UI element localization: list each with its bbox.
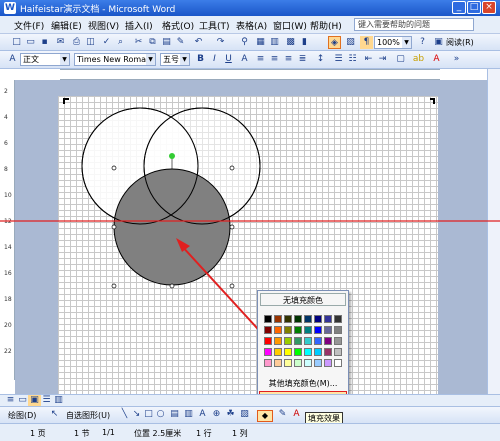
color-swatch[interactable] bbox=[324, 315, 332, 323]
color-swatch[interactable] bbox=[294, 337, 302, 345]
color-swatch[interactable] bbox=[334, 326, 342, 334]
color-swatch[interactable] bbox=[304, 359, 312, 367]
textbox-icon[interactable]: ▤ bbox=[168, 408, 181, 421]
color-swatch[interactable] bbox=[284, 315, 292, 323]
reading-view-icon[interactable]: ▥ bbox=[52, 395, 65, 406]
picture-icon[interactable]: ▨ bbox=[238, 408, 251, 421]
resize-handle[interactable] bbox=[111, 224, 117, 230]
no-fill-option[interactable]: 无填充颜色 bbox=[260, 293, 346, 306]
color-swatch[interactable] bbox=[324, 337, 332, 345]
color-swatch[interactable] bbox=[284, 348, 292, 356]
status-bar: 1 页 1 节 1/1 位置 2.5厘米 1 行 1 列 bbox=[0, 423, 500, 441]
status-section: 1 节 bbox=[74, 429, 90, 438]
color-swatch[interactable] bbox=[304, 315, 312, 323]
color-swatch[interactable] bbox=[324, 326, 332, 334]
color-swatch[interactable] bbox=[314, 348, 322, 356]
color-swatch[interactable] bbox=[294, 326, 302, 334]
draw-menu-button[interactable]: 绘图(D) bbox=[8, 410, 36, 421]
color-swatch[interactable] bbox=[264, 315, 272, 323]
color-swatch[interactable] bbox=[304, 348, 312, 356]
color-swatch[interactable] bbox=[264, 348, 272, 356]
selected-circle-shape[interactable] bbox=[113, 168, 231, 286]
rotate-handle[interactable] bbox=[169, 153, 175, 159]
status-page: 1 页 bbox=[30, 429, 46, 438]
status-pages: 1/1 bbox=[102, 428, 115, 437]
color-swatch[interactable] bbox=[294, 315, 302, 323]
color-swatch[interactable] bbox=[334, 359, 342, 367]
status-column: 1 列 bbox=[232, 429, 248, 438]
color-swatch[interactable] bbox=[314, 337, 322, 345]
clipart-icon[interactable]: ☘ bbox=[224, 408, 237, 421]
drawing-toolbar: 绘图(D) ↖ 自选图形(U) ╲ ↘ □ ○ ▤ ▥ A ⊕ ☘ ▨ ✎ A bbox=[0, 406, 500, 423]
resize-handle[interactable] bbox=[111, 283, 117, 289]
color-swatch[interactable] bbox=[294, 359, 302, 367]
drawing-canvas bbox=[0, 98, 500, 420]
diagram-icon[interactable]: ⊕ bbox=[210, 408, 223, 421]
color-swatch[interactable] bbox=[274, 359, 282, 367]
color-swatch[interactable] bbox=[264, 359, 272, 367]
resize-handle[interactable] bbox=[229, 165, 235, 171]
color-swatch[interactable] bbox=[274, 348, 282, 356]
select-objects-icon[interactable]: ↖ bbox=[48, 408, 61, 421]
corner-mark bbox=[430, 98, 435, 104]
vertical-textbox-icon[interactable]: ▥ bbox=[182, 408, 195, 421]
color-swatch[interactable] bbox=[334, 348, 342, 356]
fill-color-button[interactable]: ◆ bbox=[257, 410, 273, 422]
color-swatch[interactable] bbox=[314, 315, 322, 323]
status-position: 位置 2.5厘米 bbox=[134, 429, 182, 438]
view-bar: ≡ ▭ ▣ ☰ ▥ bbox=[0, 394, 500, 406]
oval-icon[interactable]: ○ bbox=[154, 408, 167, 421]
line-color-icon[interactable]: ✎ bbox=[276, 408, 289, 421]
color-swatch[interactable] bbox=[314, 326, 322, 334]
color-swatch[interactable] bbox=[334, 315, 342, 323]
color-swatch[interactable] bbox=[274, 326, 282, 334]
color-swatch[interactable] bbox=[264, 337, 272, 345]
color-swatch[interactable] bbox=[334, 337, 342, 345]
color-swatch[interactable] bbox=[284, 359, 292, 367]
color-swatch[interactable] bbox=[284, 337, 292, 345]
color-swatch[interactable] bbox=[274, 337, 282, 345]
color-swatch[interactable] bbox=[294, 348, 302, 356]
autoshapes-menu-button[interactable]: 自选图形(U) bbox=[66, 410, 110, 421]
wordart-icon[interactable]: A bbox=[196, 408, 209, 421]
status-line: 1 行 bbox=[196, 429, 212, 438]
color-swatch[interactable] bbox=[324, 359, 332, 367]
color-swatch[interactable] bbox=[324, 348, 332, 356]
color-swatch[interactable] bbox=[314, 359, 322, 367]
color-swatch[interactable] bbox=[274, 315, 282, 323]
font-color-draw-icon[interactable]: A bbox=[290, 408, 303, 421]
color-swatch[interactable] bbox=[304, 326, 312, 334]
color-swatch[interactable] bbox=[304, 337, 312, 345]
resize-handle[interactable] bbox=[229, 283, 235, 289]
resize-handle[interactable] bbox=[111, 165, 117, 171]
resize-handle[interactable] bbox=[229, 224, 235, 230]
more-fill-colors-option[interactable]: 其他填充颜色(M)... bbox=[258, 377, 348, 390]
corner-mark bbox=[63, 98, 69, 104]
fill-color-popup: 无填充颜色 其他填充颜色(M)... 填充效果(F)... bbox=[257, 290, 349, 406]
resize-handle[interactable] bbox=[169, 283, 175, 289]
annotation-arrow bbox=[179, 243, 269, 341]
color-swatch[interactable] bbox=[264, 326, 272, 334]
color-swatch[interactable] bbox=[284, 326, 292, 334]
